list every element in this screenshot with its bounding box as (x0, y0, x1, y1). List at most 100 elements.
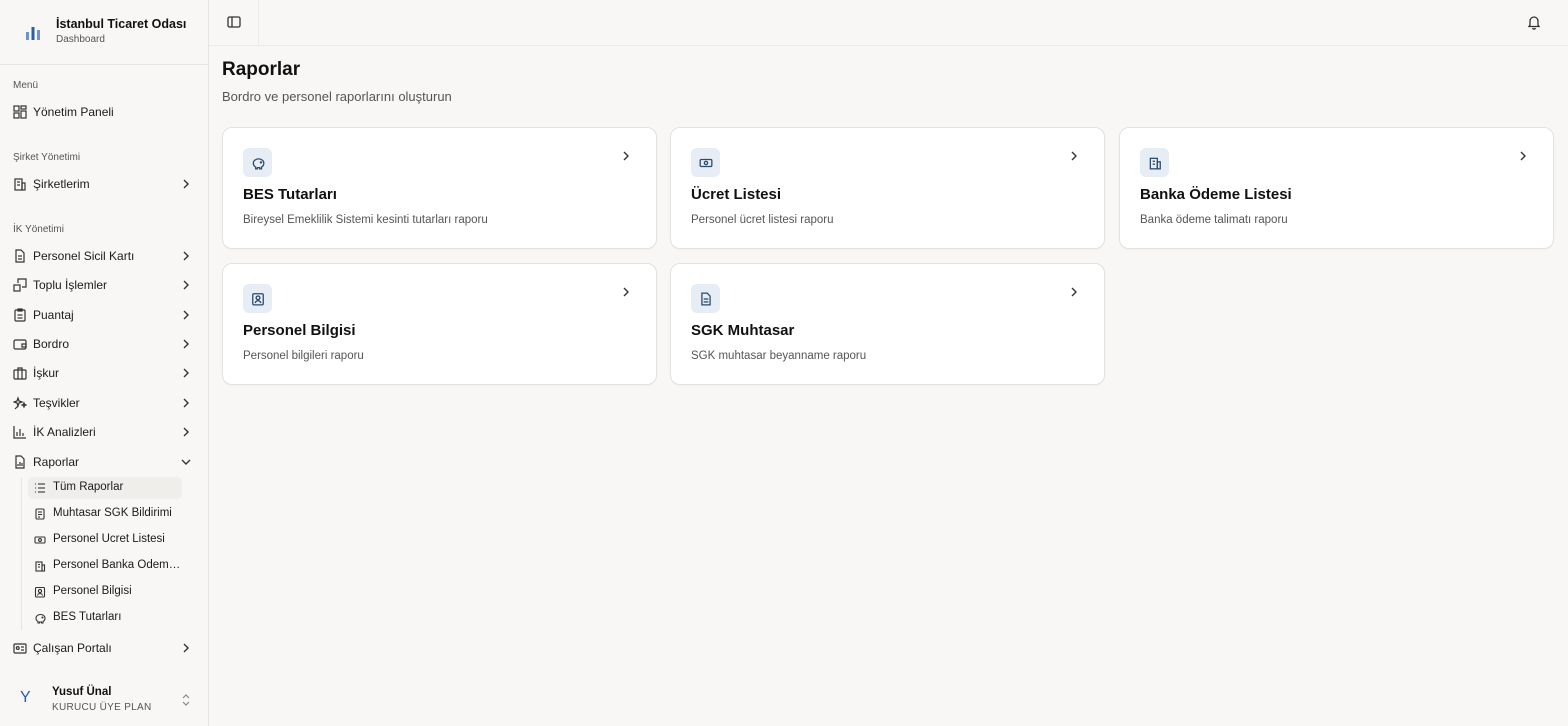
chevron-right-icon (183, 280, 189, 290)
chevron-right-icon (183, 251, 189, 261)
sidebar-subitem-label: Muhtasar SGK Bildirimi (53, 507, 172, 519)
sidebar-item-iskur[interactable]: İşkur (8, 360, 200, 386)
chevron-up-down-icon (182, 694, 190, 706)
id-card-icon (13, 643, 27, 654)
chevron-down-icon (181, 459, 191, 465)
sidebar-item-personnel-card[interactable]: Personel Sicil Kartı (8, 243, 200, 269)
bank-icon (35, 561, 46, 572)
card-icon-box (1140, 148, 1169, 177)
sidebar-item-payroll[interactable]: Bordro (8, 331, 200, 357)
contact-icon (34, 586, 46, 598)
topbar (209, 0, 1568, 46)
bell-icon[interactable] (1526, 14, 1542, 30)
brand-header[interactable]: İstanbul Ticaret Odası Dashboard (0, 0, 208, 65)
chevron-right-icon (1071, 151, 1077, 161)
sidebar-item-label: İşkur (33, 366, 60, 380)
dashboard-grid-icon (13, 105, 27, 119)
building-icon (14, 178, 26, 191)
sidebar-subitem-label: Personel Ücret Listesi (53, 533, 165, 545)
sidebar-item-timesheet[interactable]: Puantaj (8, 302, 200, 328)
card-title: Banka Ödeme Listesi (1140, 186, 1292, 203)
sidebar: İstanbul Ticaret Odası Dashboard Menü Yö… (0, 0, 209, 726)
sidebar-item-bulk-actions[interactable]: Toplu İşlemler (8, 272, 200, 298)
sidebar-subitem-bes[interactable]: BES Tutarları (28, 607, 182, 629)
sidebar-item-label: Şirketlerim (33, 177, 90, 191)
card-icon-box (691, 148, 720, 177)
sidebar-subitem-personnel-info[interactable]: Personel Bilgisi (28, 581, 182, 603)
avatar: Y (20, 689, 31, 706)
sidebar-subitem-wage-list[interactable]: Personel Ücret Listesi (28, 529, 182, 551)
sidebar-item-label: Teşvikler (33, 396, 80, 410)
sidebar-toggle-icon[interactable] (225, 13, 243, 31)
sidebar-subitem-label: BES Tutarları (53, 611, 122, 623)
bar-chart-icon (13, 426, 26, 439)
chevron-right-icon (183, 310, 189, 320)
list-icon (35, 483, 45, 493)
chevron-right-icon (183, 179, 189, 189)
sidebar-item-label: İK Analizleri (33, 425, 96, 439)
sidebar-subitem-label: Personel Bilgisi (53, 585, 132, 597)
sidebar-item-label: Puantaj (33, 308, 74, 322)
sidebar-subitem-muhtasar[interactable]: Muhtasar SGK Bildirimi (28, 503, 182, 525)
sparkles-icon (13, 396, 27, 410)
section-label-hr: İK Yönetimi (13, 224, 64, 235)
sidebar-item-label: Bordro (33, 337, 70, 351)
sidebar-item-label: Toplu İşlemler (33, 278, 108, 292)
chevron-right-icon (623, 151, 629, 161)
sidebar-item-label: Çalışan Portalı (33, 641, 112, 655)
brand-title: İstanbul Ticaret Odası (56, 17, 187, 31)
card-description: Banka ödeme talimatı raporu (1140, 214, 1288, 226)
wallet-icon (13, 339, 27, 350)
sidebar-subitem-label: Personel Banka Ödeme Listesi (53, 559, 181, 571)
sidebar-item-dashboard[interactable]: Yönetim Paneli (8, 99, 200, 125)
sidebar-item-label: Yönetim Paneli (33, 105, 114, 119)
card-title: SGK Muhtasar (691, 322, 795, 339)
card-icon-box (243, 284, 272, 313)
sidebar-item-companies[interactable]: Şirketlerim (8, 171, 200, 197)
section-label-menu: Menü (13, 80, 39, 91)
section-label-company: Şirket Yönetimi (13, 152, 81, 163)
card-title: Ücret Listesi (691, 186, 782, 203)
sidebar-item-employee-portal[interactable]: Çalışan Portalı (8, 635, 200, 661)
receipt-icon (35, 508, 45, 520)
banknote-icon (699, 158, 712, 167)
chevron-right-icon (1071, 287, 1077, 297)
sidebar-item-hr-analytics[interactable]: İK Analizleri (8, 419, 200, 445)
report-card-wage-list[interactable]: Ücret Listesi Personel ücret listesi rap… (670, 127, 1105, 249)
piggy-bank-icon (35, 613, 46, 624)
submenu-guide-line (21, 478, 22, 630)
sidebar-item-label: Raporlar (33, 455, 80, 469)
bulk-actions-icon (13, 278, 27, 292)
briefcase-icon (13, 367, 27, 380)
contact-icon (251, 292, 264, 305)
report-card-sgk-muhtasar[interactable]: SGK Muhtasar SGK muhtasar beyanname rapo… (670, 263, 1105, 385)
sidebar-subitem-all-reports[interactable]: Tüm Raporlar (28, 477, 182, 499)
page-title: Raporlar (222, 59, 301, 80)
file-text-icon (15, 249, 25, 263)
report-card-personnel-info[interactable]: Personel Bilgisi Personel bilgileri rapo… (222, 263, 657, 385)
bar-chart-logo-icon (26, 27, 40, 40)
topbar-divider (258, 0, 259, 45)
user-menu[interactable]: Y Yusuf Ünal KURUCU ÜYE PLAN (8, 680, 200, 720)
report-card-bank-payment[interactable]: Banka Ödeme Listesi Banka ödeme talimatı… (1119, 127, 1554, 249)
card-title: Personel Bilgisi (243, 322, 356, 339)
file-text-icon (700, 292, 711, 305)
card-icon-box (243, 148, 272, 177)
card-description: Personel ücret listesi raporu (691, 214, 834, 226)
brand-subtitle: Dashboard (56, 34, 105, 45)
sidebar-item-incentives[interactable]: Teşvikler (8, 390, 200, 416)
chevron-right-icon (183, 339, 189, 349)
page-subtitle: Bordro ve personel raporlarını oluşturun (222, 89, 452, 104)
bank-icon (1149, 157, 1161, 169)
chevron-right-icon (183, 643, 189, 653)
report-card-bes[interactable]: BES Tutarları Bireysel Emeklilik Sistemi… (222, 127, 657, 249)
card-title: BES Tutarları (243, 186, 337, 203)
sidebar-item-label: Personel Sicil Kartı (33, 249, 135, 263)
sidebar-subitem-bank-payment[interactable]: Personel Banka Ödeme Listesi (28, 555, 182, 577)
card-description: Personel bilgileri raporu (243, 350, 364, 362)
piggy-bank-icon (252, 157, 264, 169)
chevron-right-icon (183, 398, 189, 408)
sidebar-item-reports[interactable]: Raporlar (8, 449, 200, 475)
chevron-right-icon (623, 287, 629, 297)
report-icon (15, 455, 25, 469)
